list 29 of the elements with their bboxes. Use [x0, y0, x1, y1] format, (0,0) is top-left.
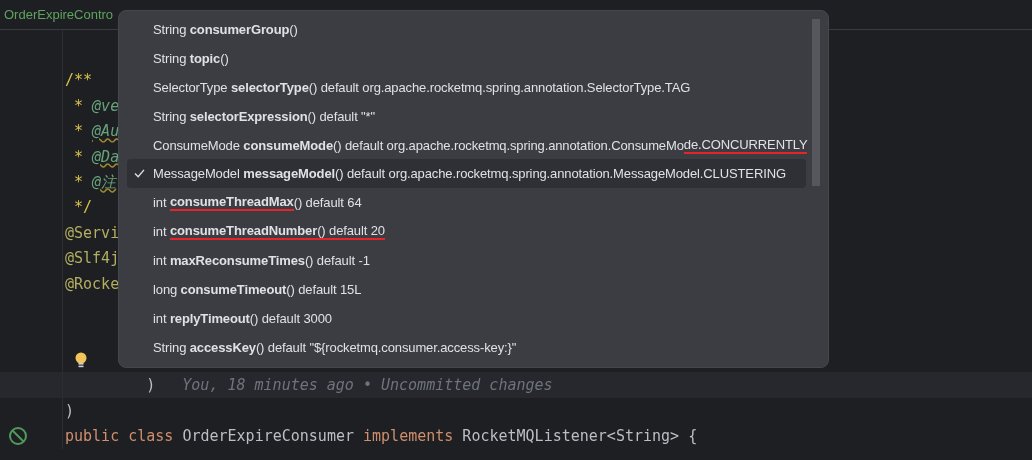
completion-item[interactable]: int maxReconsumeTimes() default -1 [127, 246, 806, 275]
lightbulb-icon[interactable] [75, 351, 87, 368]
code-line: /** [65, 71, 93, 90]
completion-item[interactable]: MessageModel messageModel() default org.apache.rocketmq.spring.annotation.MessageModel.CLUSTERING [127, 159, 806, 189]
completion-item[interactable]: int consumeThreadMax() default 64 [127, 188, 806, 218]
completion-item[interactable]: ConsumeMode consumeMode() default org.apache.rocketmq.spring.annotation.ConsumeMode.CONCURRENTLY [127, 130, 806, 160]
completion-item[interactable]: String accessKey() default "${rocketmq.consumer.access-key:}" [127, 332, 806, 362]
completion-item[interactable]: int consumeThreadNumber() default 20 [127, 217, 806, 247]
blame-annotation: You, 18 minutes ago • Uncommitted changes [182, 376, 553, 395]
code-line: @Rocke [65, 274, 120, 293]
scrollbar[interactable] [812, 19, 820, 186]
editor-tab[interactable]: OrderExpireContro [0, 7, 118, 22]
code-line: * @Da [73, 147, 120, 166]
code-line: @Slf4j [65, 249, 120, 268]
code-line: ) [145, 376, 156, 395]
code-line: * @Au [73, 122, 120, 141]
code-line: */ [73, 198, 93, 217]
completion-item[interactable]: String topic() [127, 43, 806, 73]
code-line: ) [65, 401, 75, 420]
code-line: @Servi [65, 223, 120, 242]
code-line: * @ve [73, 96, 120, 115]
completion-item[interactable]: String consumerGroup() [127, 15, 806, 44]
code-line: public class OrderExpireConsumer implements RocketMQListener<String> { [65, 426, 698, 445]
checkmark-icon [134, 169, 145, 179]
completion-item[interactable]: long consumeTimeout() default 15L [127, 275, 806, 304]
completion-item[interactable]: String selectorExpression() default "*" [127, 101, 806, 131]
code-line: * @注 [73, 172, 117, 192]
completion-item[interactable]: int replyTimeout() default 3000 [127, 303, 806, 333]
completion-item[interactable]: SelectorType selectorType() default org.apache.rocketmq.spring.annotation.SelectorType.TAG [127, 72, 806, 102]
